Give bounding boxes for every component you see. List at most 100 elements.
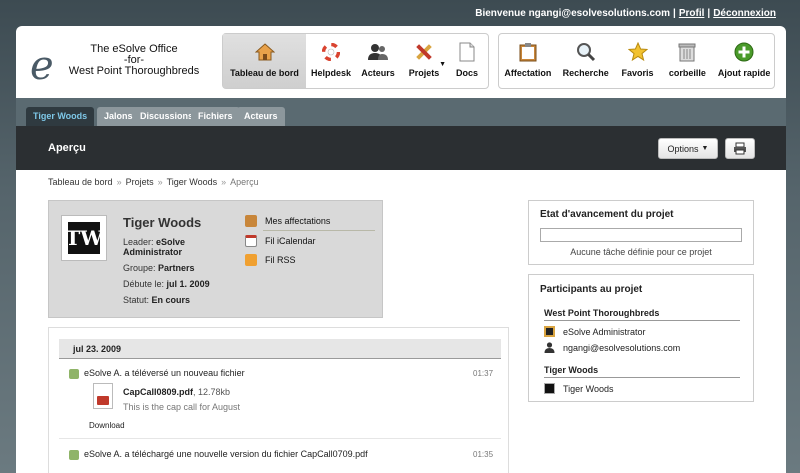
projects-button[interactable]: Projets ▼ [400, 34, 448, 88]
breadcrumb-current: Aperçu [230, 177, 259, 187]
icalendar-link[interactable]: Fil iCalendar [245, 231, 375, 250]
group-label: Groupe: [123, 263, 156, 273]
profile-link[interactable]: Profil [679, 8, 705, 19]
start-value: jul 1. 2009 [166, 279, 210, 289]
breadcrumb-projects[interactable]: Projets [126, 177, 154, 187]
printer-icon [734, 142, 746, 155]
projects-label: Projets [408, 68, 440, 78]
participant-group: Tiger Woods [544, 365, 740, 378]
activity-time: 01:35 [473, 450, 494, 459]
logo-text: The eSolve Office -for- West Point Thoro… [58, 44, 210, 77]
docs-button[interactable]: Docs [448, 34, 486, 88]
favorites-button[interactable]: Favoris [615, 34, 661, 88]
participant-name: eSolve Administrator [563, 326, 646, 337]
breadcrumb-dashboard[interactable]: Tableau de bord [48, 177, 113, 187]
file-description: This is the cap call for August [123, 402, 241, 412]
my-assignments-label: Mes affectations [265, 215, 331, 226]
project-links: Mes affectations Fil iCalendar Fil RSS [245, 211, 375, 269]
star-icon [627, 41, 649, 63]
tab-overview[interactable]: Tiger Woods [26, 107, 95, 126]
dashboard-label: Tableau de bord [230, 68, 299, 78]
leader-label: Leader: [123, 237, 154, 247]
participant-name: Tiger Woods [563, 383, 614, 394]
admin-avatar-icon [544, 326, 555, 337]
breadcrumb: Tableau de bord» Projets» Tiger Woods» Aper… [48, 177, 259, 187]
print-button[interactable] [725, 138, 755, 159]
document-icon [456, 41, 478, 63]
participant-item[interactable]: ngangi@esolvesolutions.com [544, 342, 680, 353]
quick-add-button[interactable]: Ajout rapide [714, 34, 774, 88]
trash-button[interactable]: corbeille [660, 34, 714, 88]
project-status: Statut: En cours [123, 295, 190, 305]
group-value: Partners [158, 263, 195, 273]
welcome-bar: Bienvenue ngangi@esolvesolutions.com | Pro… [475, 8, 776, 19]
secondary-toolbar: Affectation Recherche Favoris corbeille … [498, 33, 775, 89]
tab-actors[interactable]: Acteurs [237, 107, 285, 126]
upload-icon [69, 368, 79, 379]
search-label: Recherche [562, 68, 609, 78]
project-progress-panel: Etat d'avancement du projet Aucune tâche… [528, 200, 754, 265]
clipboard-icon [517, 41, 539, 63]
breadcrumb-project[interactable]: Tiger Woods [167, 177, 218, 187]
activity-entry: eSolve A. a téléchargé une nouvelle vers… [69, 449, 368, 460]
project-name: Tiger Woods [123, 215, 202, 230]
tab-discussions[interactable]: Discussions [133, 107, 201, 126]
plus-icon [733, 41, 755, 63]
options-label: Options [667, 143, 699, 154]
participant-group: West Point Thoroughbreds [544, 308, 740, 321]
search-button[interactable]: Recherche [557, 34, 615, 88]
participants-panel: Participants au projet West Point Thorou… [528, 274, 754, 402]
users-icon [367, 41, 389, 63]
lifebuoy-icon [320, 41, 342, 63]
download-link[interactable]: Download [89, 421, 125, 430]
trash-label: corbeille [668, 68, 706, 78]
file-link[interactable]: CapCall0809.pdf [123, 387, 193, 397]
helpdesk-button[interactable]: Helpdesk [306, 34, 356, 88]
docs-label: Docs [455, 68, 478, 78]
favorites-label: Favoris [621, 68, 654, 78]
calendar-icon [245, 234, 257, 247]
entry-divider [59, 438, 501, 439]
magnifier-icon [575, 41, 597, 63]
quick-add-label: Ajout rapide [717, 68, 771, 78]
participant-item[interactable]: eSolve Administrator [544, 326, 646, 337]
pdf-icon[interactable] [93, 383, 113, 409]
project-info-box: TW Tiger Woods Leader: eSolve Administra… [48, 200, 383, 318]
project-leader: Leader: eSolve Administrator [123, 237, 243, 257]
chevron-down-icon: ▼ [439, 61, 446, 68]
app-logo[interactable]: e The eSolve Office -for- West Point Tho… [30, 44, 230, 94]
project-start: Débute le: jul 1. 2009 [123, 279, 210, 289]
rss-link[interactable]: Fil RSS [245, 250, 375, 269]
actors-button[interactable]: Acteurs [356, 34, 400, 88]
stream-date: jul 23. 2009 [59, 339, 501, 359]
page-titlebar: Aperçu Options ▼ [16, 126, 786, 170]
actors-label: Acteurs [361, 68, 395, 78]
logo-mark: e [30, 43, 54, 89]
progress-bar [540, 228, 742, 242]
status-label: Statut: [123, 295, 150, 305]
helpdesk-label: Helpdesk [310, 68, 352, 78]
project-avatar: TW [61, 215, 107, 261]
progress-note: Aucune tâche définie pour ce projet [570, 247, 712, 257]
activity-time: 01:37 [473, 369, 494, 378]
user-icon [544, 342, 555, 353]
assignment-button[interactable]: Affectation [499, 34, 557, 88]
welcome-text: Bienvenue ngangi@esolvesolutions.com [475, 8, 671, 19]
my-assignments-link[interactable]: Mes affectations [245, 211, 375, 230]
progress-title: Etat d'avancement du projet [540, 209, 674, 220]
caret-down-icon: ▼ [701, 145, 709, 152]
activity-stream: jul 23. 2009 eSolve A. a téléversé un no… [48, 327, 509, 473]
participant-item[interactable]: Tiger Woods [544, 383, 614, 394]
icalendar-label: Fil iCalendar [265, 235, 316, 246]
project-group: Groupe: Partners [123, 263, 195, 273]
clipboard-icon [245, 214, 257, 227]
project-avatar-letters: TW [65, 222, 103, 254]
dashboard-button[interactable]: Tableau de bord [223, 34, 306, 88]
options-button[interactable]: Options ▼ [658, 138, 718, 159]
logo-line-3: West Point Thoroughbreds [68, 65, 200, 77]
participant-name: ngangi@esolvesolutions.com [563, 342, 681, 353]
assignment-label: Affectation [504, 68, 552, 78]
tab-files[interactable]: Fichiers [191, 107, 240, 126]
logout-link[interactable]: Déconnexion [713, 8, 776, 19]
status-value: En cours [151, 295, 191, 305]
